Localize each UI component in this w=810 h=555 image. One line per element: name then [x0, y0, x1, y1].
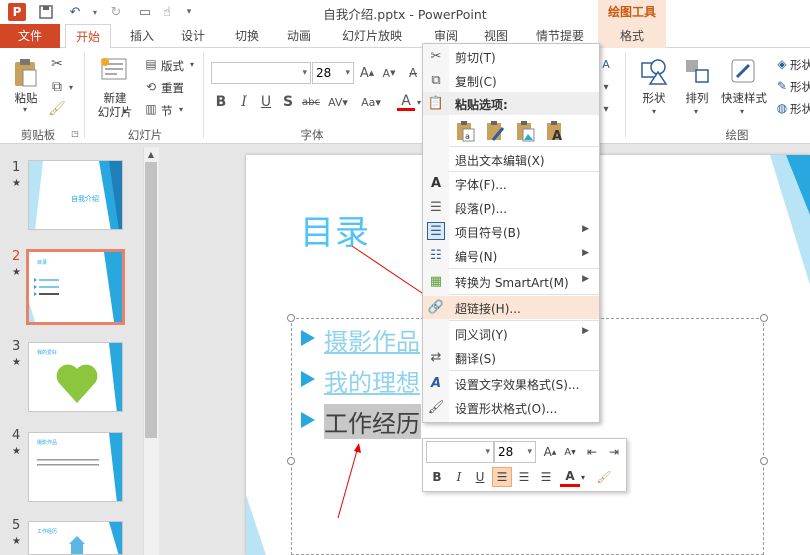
menu-item-synonyms[interactable]: 同义词(Y) ▶: [423, 322, 599, 345]
menu-item-hyperlink[interactable]: 🔗 超链接(H)...: [423, 296, 599, 319]
mini-decrease-indent-icon[interactable]: ⇤: [582, 442, 602, 462]
mini-format-painter-icon[interactable]: 🖌: [594, 467, 614, 487]
font-icon: A: [430, 175, 442, 191]
menu-separator: [449, 294, 599, 295]
menu-header-paste-options: 📋 粘贴选项:: [423, 92, 599, 115]
menu-item-exit-text-edit[interactable]: 退出文本编辑(X): [423, 148, 599, 171]
mini-font-color-icon[interactable]: A: [560, 467, 580, 487]
menu-item-paragraph[interactable]: ☰ 段落(P)...: [423, 196, 599, 219]
mini-font-size-value: 28: [498, 445, 514, 459]
mini-bold-button[interactable]: B: [427, 467, 447, 487]
menu-item-format-text-effects[interactable]: A 设置文字效果格式(S)...: [423, 372, 599, 395]
menu-item-convert-smartart[interactable]: ▦ 转换为 SmartArt(M) ▶: [423, 270, 599, 293]
mini-shrink-font-icon[interactable]: A ▼: [560, 442, 580, 462]
mini-italic-button[interactable]: I: [449, 467, 469, 487]
menu-separator: [449, 320, 599, 321]
mini-increase-indent-icon[interactable]: ⇥: [604, 442, 624, 462]
paste-use-destination-theme-icon[interactable]: a: [454, 119, 476, 143]
mini-align-right-icon[interactable]: ☰: [536, 467, 556, 487]
translate-icon: ⇄: [430, 349, 442, 365]
menu-separator: [449, 146, 599, 147]
menu-item-font[interactable]: A 字体(F)...: [423, 172, 599, 195]
mini-font-size-combo[interactable]: 28 ▾: [494, 441, 536, 463]
smartart-icon: ▦: [429, 273, 443, 289]
mini-grow-font-icon[interactable]: A ▲: [540, 442, 560, 462]
mini-align-left-icon[interactable]: ☰: [492, 467, 512, 487]
paste-as-picture-icon[interactable]: [514, 119, 536, 143]
copy-icon: ⧉: [431, 72, 441, 88]
menu-item-bullets[interactable]: ☰ 项目符号(B) ▶: [423, 220, 599, 243]
text-effects-icon: A: [430, 375, 442, 391]
mini-align-center-icon[interactable]: ☰: [514, 467, 534, 487]
mini-underline-button[interactable]: U: [470, 467, 490, 487]
shape-format-icon: 🖌: [427, 399, 445, 415]
paragraph-icon: ☰: [430, 199, 442, 215]
submenu-arrow-icon: ▶: [582, 326, 589, 336]
paste-icon: 📋: [427, 95, 445, 111]
numbering-icon: ☷: [430, 247, 442, 263]
bullets-icon: ☰: [427, 222, 445, 240]
menu-item-cut[interactable]: ✂ 剪切(T): [423, 45, 599, 68]
menu-separator: [449, 370, 599, 371]
submenu-arrow-icon: ▶: [582, 224, 589, 234]
submenu-arrow-icon: ▶: [582, 248, 589, 258]
paste-keep-formatting-icon[interactable]: [484, 119, 506, 143]
paste-text-only-icon[interactable]: A: [544, 119, 566, 143]
mini-font-color-dropdown-icon[interactable]: ▾: [578, 467, 588, 487]
hyperlink-icon: 🔗: [427, 299, 445, 315]
svg-text:A: A: [552, 129, 562, 142]
annotation-arrows: [337, 245, 431, 519]
menu-item-copy[interactable]: ⧉ 复制(C): [423, 69, 599, 92]
svg-text:a: a: [465, 132, 470, 141]
menu-item-translate[interactable]: ⇄ 翻译(S): [423, 346, 599, 369]
mini-font-size-dropdown-icon[interactable]: ▾: [527, 447, 532, 457]
mini-font-name-combo[interactable]: ▾: [426, 441, 494, 463]
mini-font-dropdown-icon[interactable]: ▾: [485, 447, 490, 457]
scissors-icon: ✂: [430, 48, 442, 64]
menu-item-format-shape[interactable]: 🖌 设置形状格式(O)...: [423, 396, 599, 419]
menu-item-numbering[interactable]: ☷ 编号(N) ▶: [423, 244, 599, 267]
submenu-arrow-icon: ▶: [582, 274, 589, 284]
menu-separator: [449, 268, 599, 269]
